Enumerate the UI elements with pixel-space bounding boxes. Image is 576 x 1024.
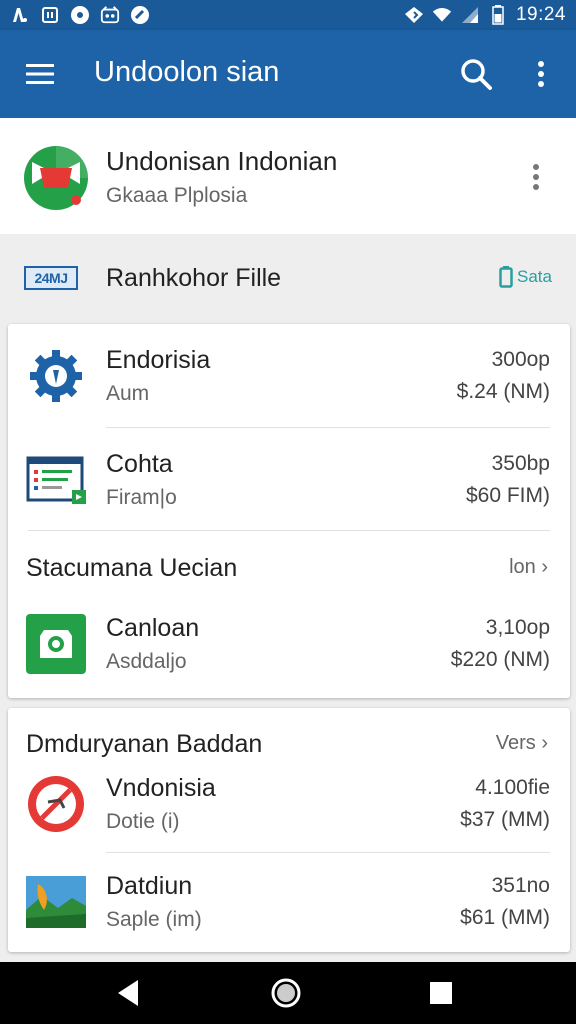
status-left-icons	[10, 3, 150, 27]
list-item[interactable]: Canloan Asddaljo 3,10op $220 (NM)	[8, 592, 570, 696]
section-badge: 24MJ	[24, 266, 78, 290]
subsection-action[interactable]: lon ›	[509, 556, 548, 579]
item-value: 351no	[491, 874, 550, 897]
notification-icon	[70, 5, 90, 25]
item-subtitle: Asddaljo	[106, 650, 187, 673]
signal-icon	[404, 5, 424, 25]
profile-name: Undonisan Indonian	[106, 146, 338, 176]
status-right-icons: 19:24	[404, 3, 566, 27]
camera-icon	[24, 612, 88, 676]
item-price: $61 (MM)	[460, 906, 550, 929]
item-value: 4.100fie	[475, 776, 550, 799]
section-action-button[interactable]: Sata	[499, 266, 552, 288]
list-item[interactable]: Vndonisia Dotie (i) 4.100fie $37 (MM)	[8, 752, 570, 856]
item-price: $60 FIM)	[465, 484, 550, 507]
gear-icon	[24, 344, 88, 408]
item-subtitle: Firam|o	[106, 486, 177, 509]
item-price: $220 (NM)	[450, 648, 550, 671]
item-price: $.24 (NM)	[456, 380, 550, 403]
divider	[28, 530, 550, 531]
profile-subtitle: Gkaaa Plplosia	[106, 184, 248, 207]
notification-icon	[130, 5, 150, 25]
more-vert-icon[interactable]	[528, 162, 544, 192]
item-title: Vndonisia	[106, 774, 216, 802]
recents-icon[interactable]	[424, 976, 458, 1010]
item-title: Canloan	[106, 614, 200, 642]
item-subtitle: Dotie (i)	[106, 810, 180, 833]
more-vert-icon[interactable]	[526, 56, 556, 92]
battery-icon	[488, 5, 508, 25]
back-icon[interactable]	[110, 976, 144, 1010]
status-bar: 19:24	[0, 0, 576, 30]
list-item[interactable]: Endorisia Aum 300op $.24 (NM)	[8, 324, 570, 428]
section-header: 24MJ Ranhkohor Fille Sata	[0, 234, 576, 322]
document-icon	[24, 448, 88, 512]
menu-icon[interactable]	[22, 56, 58, 92]
landscape-icon	[24, 870, 88, 934]
item-price: $37 (MM)	[460, 808, 550, 831]
section-title: Ranhkohor Fille	[106, 264, 282, 292]
item-title: Cohta	[106, 450, 173, 478]
list-item[interactable]: Cohta Firam|o 350bp $60 FIM)	[8, 428, 570, 532]
item-value: 3,10op	[485, 616, 550, 639]
item-subtitle: Aum	[106, 382, 150, 405]
item-title: Endorisia	[106, 346, 211, 374]
file-card: Endorisia Aum 300op $.24 (NM) Cohta Fira…	[8, 324, 570, 698]
item-value: 300op	[491, 348, 550, 371]
app-title: Undoolon sian	[94, 56, 280, 88]
subsection-title: Stacumana Uecian	[26, 554, 238, 582]
profile-logo-icon	[22, 144, 90, 217]
notification-icon	[100, 5, 120, 25]
wifi-icon	[432, 5, 452, 25]
list-item[interactable]: Datdiun Saple (im) 351no $61 (MM)	[8, 850, 570, 954]
app-bar: Undoolon sian	[0, 30, 576, 118]
notification-icon	[40, 5, 60, 25]
file-card: Dmduryanan Baddan Vers › Vndonisia Dotie…	[8, 708, 570, 952]
no-entry-icon	[24, 772, 88, 836]
navigation-bar	[0, 962, 576, 1024]
battery-icon	[499, 266, 513, 288]
item-subtitle: Saple (im)	[106, 908, 202, 931]
status-time: 19:24	[515, 4, 566, 25]
item-value: 350bp	[491, 452, 550, 475]
section-action-label: Sata	[517, 267, 552, 286]
cell-icon	[460, 5, 480, 25]
notification-icon	[10, 5, 30, 25]
search-icon[interactable]	[458, 56, 494, 92]
home-icon[interactable]	[269, 976, 303, 1010]
profile-header[interactable]: Undonisan Indonian Gkaaa Plplosia	[0, 118, 576, 234]
item-title: Datdiun	[106, 872, 193, 900]
